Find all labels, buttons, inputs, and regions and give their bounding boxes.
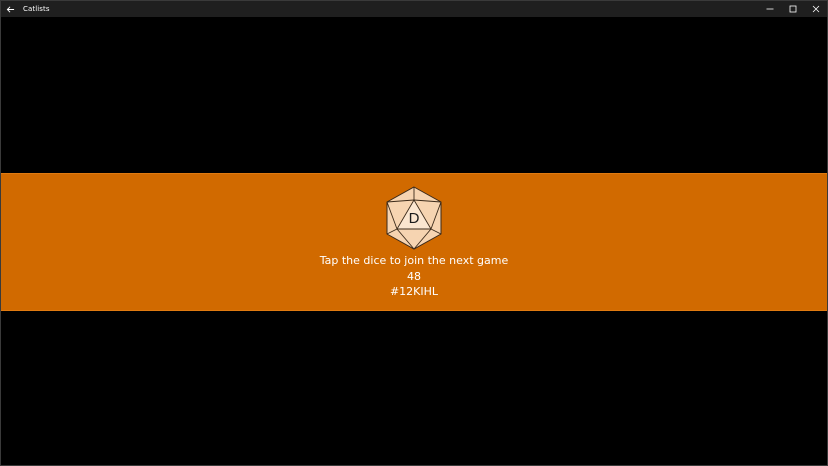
back-arrow-icon xyxy=(6,5,14,13)
minimize-button[interactable] xyxy=(758,1,781,17)
game-code: #12KIHL xyxy=(389,285,439,298)
caption-buttons xyxy=(758,1,827,17)
app-window: Catlists D Tap the dice to join the next… xyxy=(0,0,828,466)
minimize-icon xyxy=(766,8,773,10)
maximize-button[interactable] xyxy=(781,1,804,17)
player-count: 48 xyxy=(407,269,421,283)
window-title: Catlists xyxy=(23,5,50,13)
banner-text: Tap the dice to join the next game 48 #1… xyxy=(320,253,509,300)
maximize-icon xyxy=(789,5,796,13)
title-bar: Catlists xyxy=(1,1,827,17)
dice-button[interactable]: D xyxy=(385,186,443,250)
join-game-banner: D Tap the dice to join the next game 48 … xyxy=(1,173,827,311)
main-content: D Tap the dice to join the next game 48 … xyxy=(1,17,827,465)
back-button[interactable] xyxy=(1,1,19,17)
d20-dice-icon: D xyxy=(386,186,442,250)
close-icon xyxy=(812,5,819,13)
dice-letter: D xyxy=(409,210,420,227)
join-instruction: Tap the dice to join the next game xyxy=(319,254,509,267)
close-button[interactable] xyxy=(804,1,827,17)
